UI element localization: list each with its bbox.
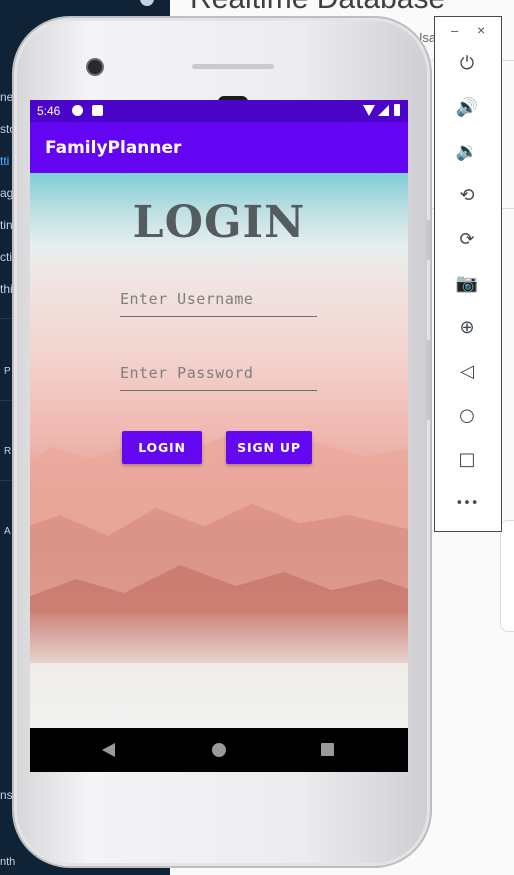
camera-icon[interactable]: 📷 (451, 267, 483, 299)
app-bar: FamilyPlanner (30, 122, 408, 173)
login-screen: LOGIN LOGIN SIGN UP (30, 173, 408, 728)
password-input[interactable] (120, 356, 317, 390)
wifi-icon (363, 105, 375, 116)
zoom-icon[interactable]: ⊕ (451, 311, 483, 343)
rotate-right-icon[interactable]: ⟳ (451, 223, 483, 255)
close-button[interactable]: × (477, 22, 485, 38)
more-icon[interactable]: ••• (451, 487, 483, 519)
back-icon[interactable] (102, 743, 115, 757)
back-icon[interactable]: ◁ (451, 355, 483, 387)
notification-icon (72, 105, 83, 116)
ide-snippet: tin (0, 218, 13, 232)
signup-button[interactable]: SIGN UP (226, 431, 312, 464)
app-title: FamilyPlanner (45, 138, 182, 158)
password-field (120, 356, 317, 391)
power-icon[interactable]: ⏻ (451, 47, 483, 79)
ide-snippet: A (4, 526, 11, 537)
ide-snippet: ns (0, 788, 13, 802)
home-icon[interactable]: ○ (451, 399, 483, 431)
phone-screen: 5:46 FamilyPlanner LOGIN LOGIN SIGN UP (30, 100, 408, 772)
sd-card-icon (92, 105, 103, 116)
fog-overlay (30, 613, 408, 728)
nav-bar (30, 728, 408, 772)
ide-snippet[interactable]: tti (0, 154, 9, 168)
ide-snippet: P (4, 366, 11, 377)
toolbar-header: – × (435, 17, 501, 45)
username-input[interactable] (120, 282, 317, 316)
username-field (120, 282, 317, 317)
volume-key (426, 340, 430, 420)
overview-icon[interactable]: □ (451, 443, 483, 475)
ide-snippet: cti (0, 250, 12, 264)
status-bar: 5:46 (30, 100, 408, 122)
volume-up-icon[interactable]: 🔊 (451, 91, 483, 123)
ide-snippet: thi (0, 282, 13, 296)
status-time: 5:46 (37, 104, 61, 118)
signal-icon (378, 105, 389, 116)
battery-icon (394, 104, 400, 116)
power-key (426, 220, 430, 260)
emulator-toolbar: – × ⏻ 🔊 🔉 ⟲ ⟳ 📷 ⊕ ◁ ○ □ ••• (434, 16, 502, 532)
gear-icon[interactable] (140, 0, 154, 6)
minimize-button[interactable]: – (451, 23, 458, 38)
home-icon[interactable] (212, 743, 226, 757)
login-heading: LOGIN (132, 197, 306, 248)
ide-snippet: R (4, 446, 12, 457)
ide-snippet: nth (0, 856, 16, 868)
volume-down-icon[interactable]: 🔉 (451, 135, 483, 167)
speaker-grill (192, 64, 274, 69)
rotate-left-icon[interactable]: ⟲ (451, 179, 483, 211)
front-camera (88, 60, 102, 74)
console-side-panel (500, 520, 514, 632)
login-button[interactable]: LOGIN (122, 431, 202, 464)
recents-icon[interactable] (321, 743, 334, 756)
console-title: Realtime Database (190, 0, 445, 16)
